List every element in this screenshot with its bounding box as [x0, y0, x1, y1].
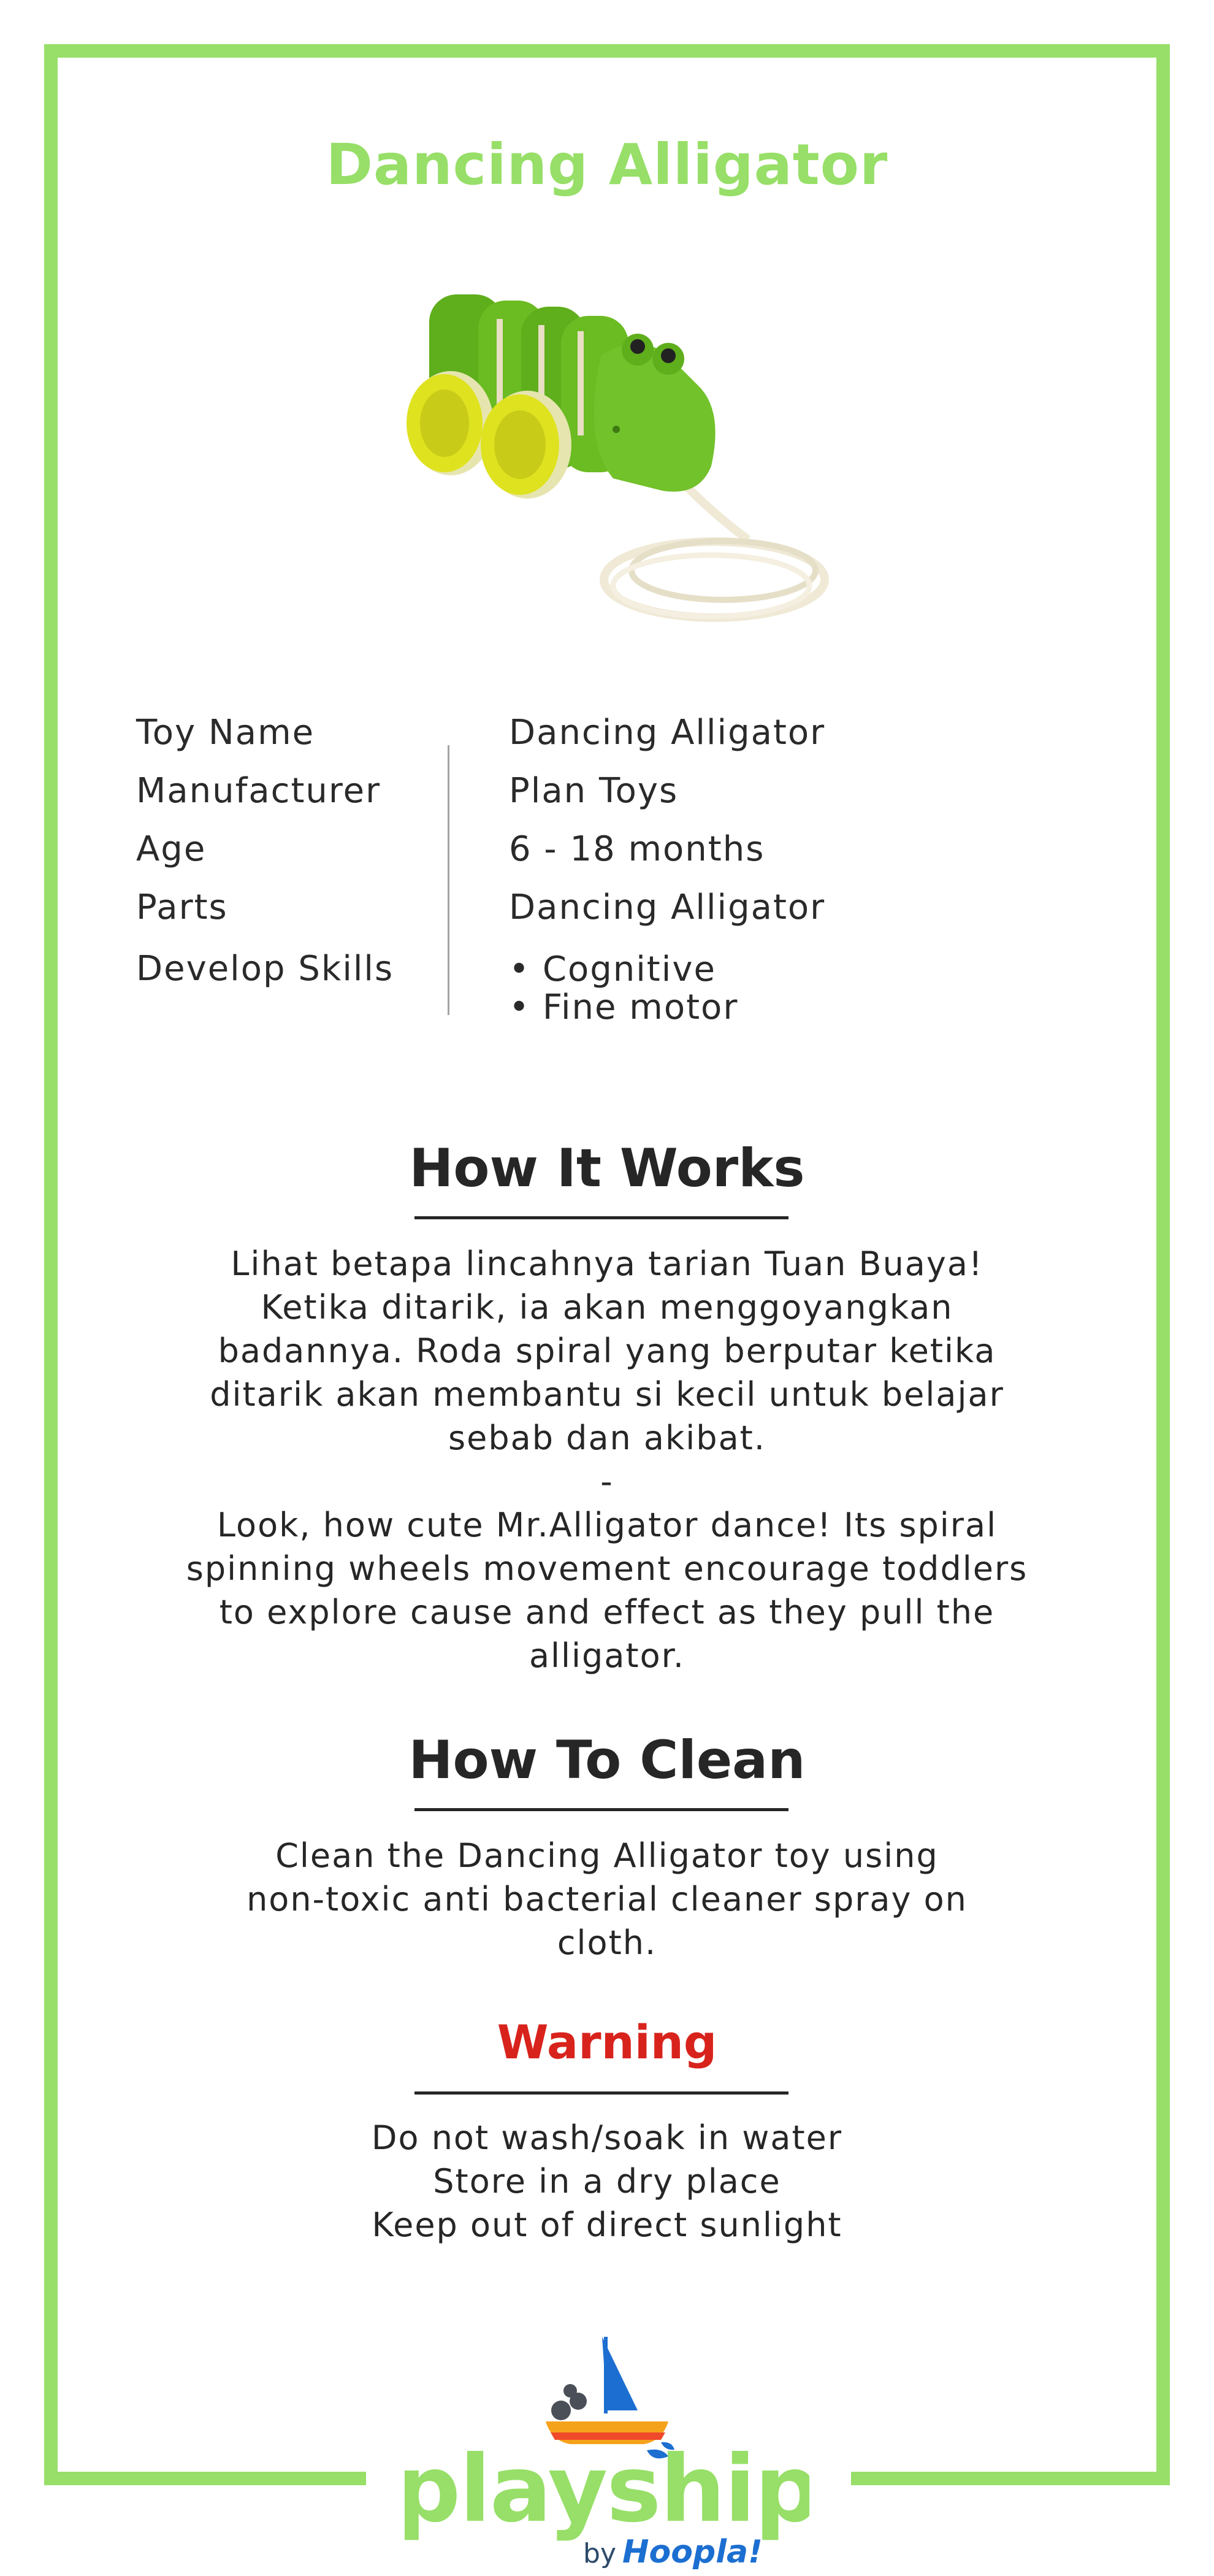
spec-value: 6 - 18 months	[509, 829, 765, 869]
spec-label: Develop Skills	[136, 949, 394, 989]
by-label: by	[583, 2538, 616, 2569]
hoopla-wordmark: Hoopla!	[622, 2534, 763, 2570]
how-it-works-rule	[414, 1216, 788, 1219]
border-bottom-left	[44, 2472, 366, 2485]
spec-value: Plan Toys	[509, 771, 679, 811]
spec-label: Parts	[136, 887, 228, 927]
how-to-clean-rule	[414, 1808, 788, 1811]
warning-item: Do not wash/soak in water	[371, 2118, 843, 2157]
spec-divider	[448, 745, 449, 1015]
spec-label: Age	[136, 829, 207, 869]
clean-instructions: Clean the Dancing Alligator toy using no…	[246, 1836, 968, 1962]
playship-logo: playship by Hoopla!	[405, 2337, 809, 2570]
how-it-works-heading: How It Works	[409, 1138, 805, 1199]
border-bottom-right	[851, 2472, 1170, 2485]
skills-list: Cognitive Fine motor	[509, 951, 738, 1027]
text-separator: -	[600, 1462, 614, 1501]
skill-item: Fine motor	[509, 989, 738, 1027]
how-to-clean-heading: How To Clean	[408, 1730, 806, 1791]
how-to-clean-text: Clean the Dancing Alligator toy using no…	[239, 1834, 975, 1965]
spec-value: Dancing Alligator	[509, 713, 826, 753]
playship-wordmark: playship	[405, 2436, 809, 2543]
spec-label: Toy Name	[136, 713, 315, 753]
warning-item: Keep out of direct sunlight	[372, 2206, 842, 2244]
warning-heading: Warning	[497, 2015, 717, 2069]
warning-rule	[414, 2091, 788, 2095]
warning-list: Do not wash/soak in water Store in a dry…	[184, 2116, 1030, 2247]
how-it-works-text-id: Lihat betapa lincahnya tarian Tuan Buaya…	[210, 1244, 1004, 1457]
how-it-works-text-en: Look, how cute Mr.Alligator dance! Its s…	[186, 1506, 1028, 1675]
toy-alligator-image	[407, 294, 829, 622]
spec-label: Manufacturer	[136, 771, 381, 811]
warning-item: Store in a dry place	[433, 2162, 781, 2201]
page-title: Dancing Alligator	[326, 132, 888, 197]
how-it-works-text: Lihat betapa lincahnya tarian Tuan Buaya…	[184, 1242, 1030, 1677]
spec-value: Dancing Alligator	[509, 887, 826, 927]
skill-item: Cognitive	[509, 951, 738, 989]
